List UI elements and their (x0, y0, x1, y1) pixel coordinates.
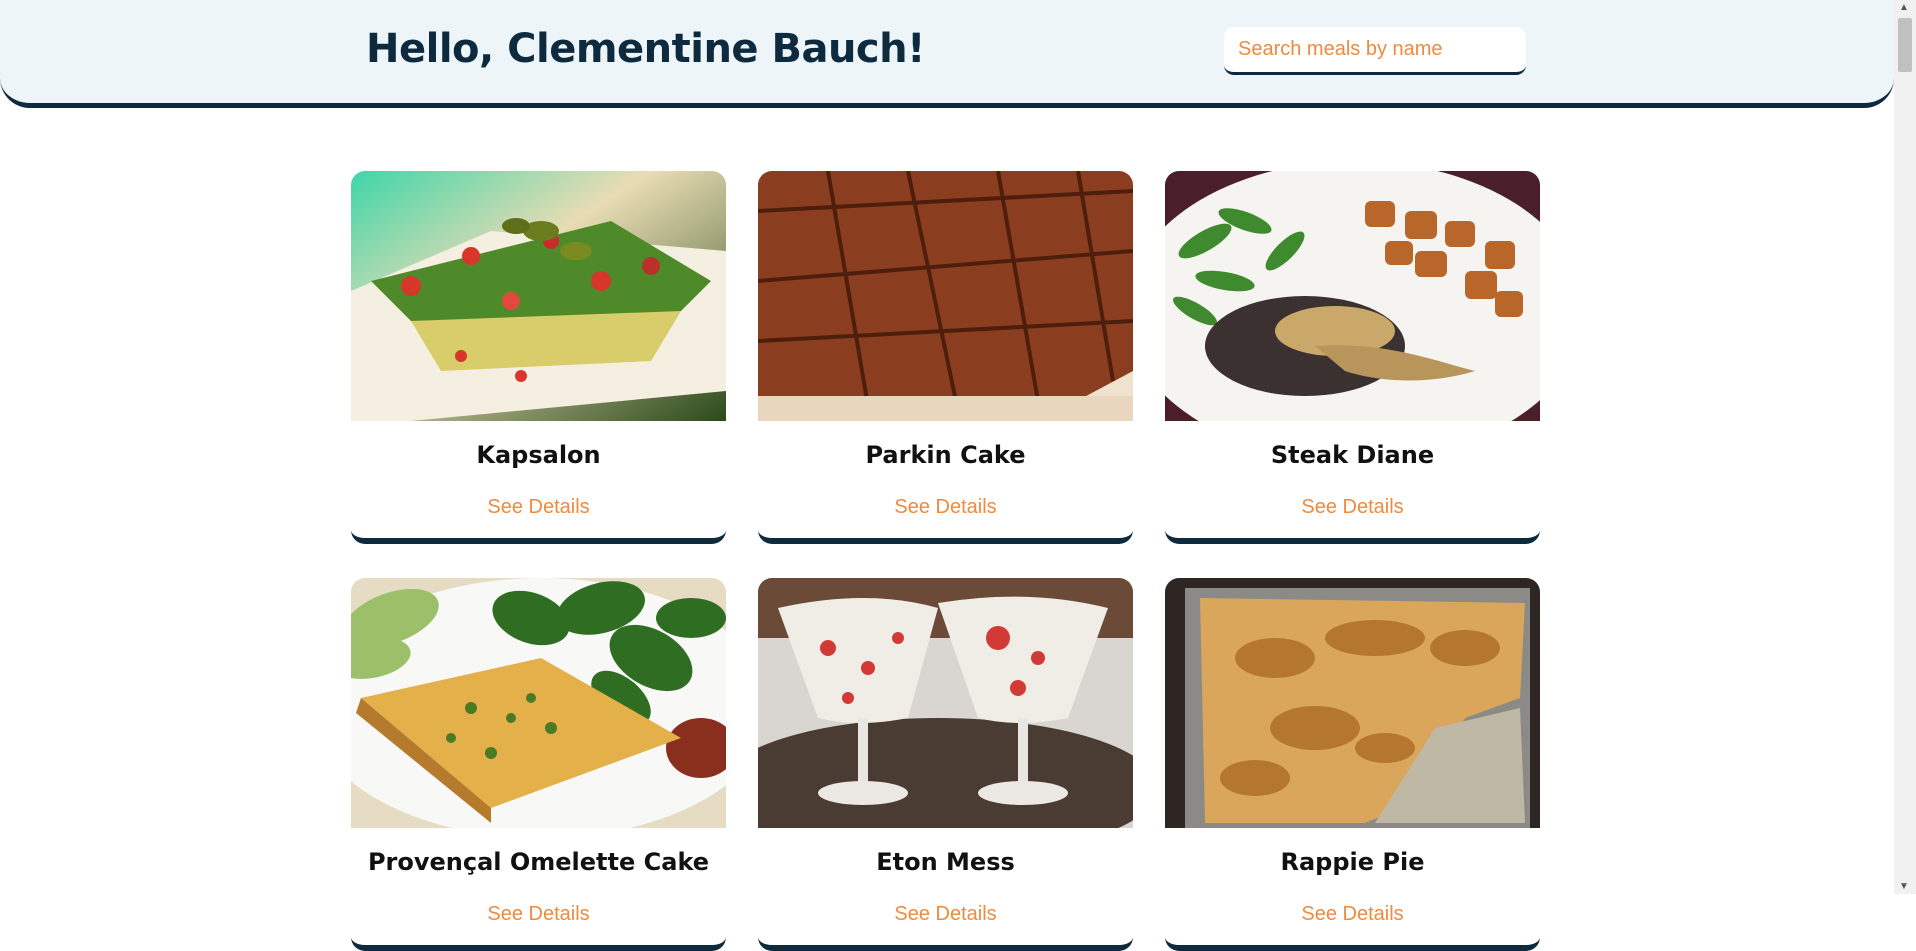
meal-card: Kapsalon See Details (351, 171, 726, 544)
vertical-scrollbar[interactable]: ▲ ▼ (1894, 0, 1916, 894)
see-details-link[interactable]: See Details (758, 903, 1133, 926)
scroll-up-arrow-icon[interactable]: ▲ (1899, 2, 1909, 13)
meal-image-eton-mess (758, 578, 1133, 828)
meal-card: Eton Mess See Details (758, 578, 1133, 951)
meal-name: Eton Mess (876, 848, 1015, 876)
meal-name: Parkin Cake (865, 441, 1026, 469)
meal-name: Steak Diane (1270, 441, 1435, 469)
greeting-title: Hello, Clementine Bauch! (366, 26, 925, 72)
meal-card: Rappie Pie See Details (1165, 578, 1540, 951)
meal-image-parkin-cake (758, 171, 1133, 421)
meal-image-steak-diane (1165, 171, 1540, 421)
meal-card: Steak Diane See Details (1165, 171, 1540, 544)
scroll-down-arrow-icon[interactable]: ▼ (1899, 881, 1909, 892)
meal-card: Provençal Omelette Cake See Details (351, 578, 726, 951)
meal-card: Parkin Cake See Details (758, 171, 1133, 544)
see-details-link[interactable]: See Details (758, 496, 1133, 519)
search-input[interactable] (1224, 27, 1526, 75)
page-header: Hello, Clementine Bauch! (0, 0, 1894, 108)
see-details-link[interactable]: See Details (351, 496, 726, 519)
meal-name: Provençal Omelette Cake (367, 848, 710, 876)
see-details-link[interactable]: See Details (1165, 903, 1540, 926)
meal-name: Rappie Pie (1280, 848, 1425, 876)
see-details-link[interactable]: See Details (351, 903, 726, 926)
see-details-link[interactable]: See Details (1165, 496, 1540, 519)
meal-name: Kapsalon (476, 441, 601, 469)
meal-image-kapsalon (351, 171, 726, 421)
meal-image-rappie-pie (1165, 578, 1540, 828)
meal-image-provencal-omelette-cake (351, 578, 726, 828)
meals-grid: Kapsalon See Details Parkin Cake See Det… (351, 171, 1540, 951)
scrollbar-thumb[interactable] (1898, 18, 1912, 72)
